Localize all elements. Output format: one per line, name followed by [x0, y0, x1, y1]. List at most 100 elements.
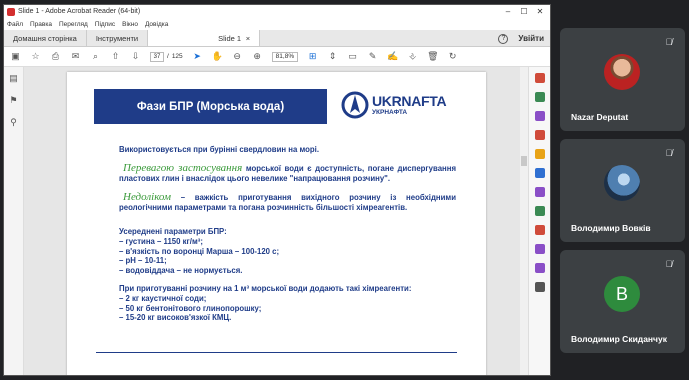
- scroll-mode-icon[interactable]: ⇕: [327, 51, 338, 62]
- page-down-icon[interactable]: ⇩: [130, 51, 141, 62]
- protect-icon[interactable]: [534, 225, 545, 235]
- menu-help[interactable]: Довідка: [145, 21, 168, 28]
- right-tools-rail: [528, 67, 550, 375]
- comment-icon[interactable]: ▭: [347, 51, 358, 62]
- mic-off-icon: 🎙̸: [665, 148, 673, 158]
- scan-ocr-icon[interactable]: [534, 206, 545, 216]
- comment-tool-icon[interactable]: [534, 149, 545, 159]
- param-item: – в'язкість по воронці Марша – 100-120 с…: [119, 246, 280, 256]
- param-item: – водовіддача – не нормується.: [119, 266, 243, 276]
- attachments-icon[interactable]: ⚲: [10, 117, 17, 128]
- participant-name: Nazar Deputat: [571, 112, 629, 122]
- tab-bar: Домашня сторінка Інструменти Slide 1 × ?…: [4, 30, 550, 47]
- advantage-paragraph: Перевагою застосування морської води є д…: [119, 163, 456, 184]
- print-icon[interactable]: ⎙: [50, 51, 61, 62]
- menu-sign[interactable]: Підпис: [95, 21, 115, 28]
- left-navigation-rail: ▤ ⚑ ⚲: [4, 67, 24, 375]
- tab-document-label: Slide 1: [218, 33, 242, 43]
- fill-sign-icon[interactable]: [534, 244, 545, 254]
- title-bar: Slide 1 - Adobe Acrobat Reader (64-bit) …: [4, 5, 550, 18]
- zoom-out-icon[interactable]: ⊖: [232, 51, 243, 62]
- mic-off-icon: 🎙̸: [665, 37, 673, 47]
- tab-home[interactable]: Домашня сторінка: [4, 30, 87, 46]
- ukrnafta-logo: UKRNAFTA УКРНАФТА: [341, 91, 447, 119]
- menu-file[interactable]: Файл: [7, 21, 23, 28]
- zoom-level[interactable]: 81,8%: [271, 51, 299, 62]
- participant-name: Володимир Вовків: [571, 223, 651, 233]
- scrollbar-thumb[interactable]: [521, 156, 527, 166]
- tab-document[interactable]: Slide 1 ×: [148, 30, 261, 46]
- help-icon[interactable]: ?: [498, 33, 509, 44]
- page-thumbnails-icon[interactable]: ▤: [9, 73, 18, 84]
- page-fit-icon[interactable]: ⊞: [307, 51, 318, 62]
- pdf-page: Фази БПР (Морська вода) UKRNAFTA УКРНАФТ…: [67, 72, 486, 375]
- delete-icon[interactable]: 🗑: [427, 51, 438, 62]
- edit-pdf-icon[interactable]: [534, 111, 545, 121]
- more-tools-icon[interactable]: [534, 282, 545, 292]
- maximize-icon[interactable]: ☐: [516, 5, 532, 18]
- vertical-scrollbar[interactable]: [520, 67, 528, 375]
- send-sign-icon[interactable]: [534, 263, 545, 273]
- create-pdf-icon[interactable]: [534, 92, 545, 102]
- tab-tools[interactable]: Інструменти: [87, 30, 149, 46]
- reagents-list: При приготуванні розчину на 1 м³ морсько…: [119, 284, 456, 323]
- export-pdf-icon[interactable]: [534, 73, 545, 83]
- menu-window[interactable]: Вікно: [122, 21, 138, 28]
- tab-close-icon[interactable]: ×: [246, 34, 250, 43]
- highlight-pen-icon[interactable]: ✎: [367, 51, 378, 62]
- organize-pages-icon[interactable]: [534, 187, 545, 197]
- search-icon[interactable]: ⌕: [90, 51, 101, 62]
- drawback-paragraph: Недоліком – важкість приготування вихідн…: [119, 192, 456, 213]
- slide-body: Використовується при бурінні свердловин …: [119, 145, 456, 323]
- page-separator: /: [167, 53, 169, 60]
- minimize-icon[interactable]: –: [500, 5, 516, 18]
- reagent-item: – 2 кг каустичної соди;: [119, 293, 207, 303]
- logo-subtitle: УКРНАФТА: [372, 108, 408, 116]
- reagent-item: – 50 кг бентонітового глинопорошку;: [119, 303, 262, 313]
- current-page-input[interactable]: 37: [150, 51, 164, 62]
- slide-title: Фази БПР (Морська вода): [94, 89, 327, 124]
- hand-tool-icon[interactable]: ✋: [212, 51, 223, 62]
- reagents-header: При приготуванні розчину на 1 м³ морсько…: [119, 283, 412, 293]
- select-cursor-icon[interactable]: ➤: [192, 51, 203, 62]
- bookmarks-icon[interactable]: ⚑: [9, 95, 17, 106]
- page-up-icon[interactable]: ⇧: [110, 51, 121, 62]
- menu-bar: Файл Правка Перегляд Підпис Вікно Довідк…: [4, 18, 550, 30]
- zoom-in-icon[interactable]: ⊕: [252, 51, 263, 62]
- params-list: Усереднені параметри БПР: – густина – 11…: [119, 227, 456, 276]
- total-pages: 125: [171, 53, 183, 60]
- advantage-lead: Перевагою застосування: [123, 162, 243, 174]
- sign-in-button[interactable]: Увійти: [518, 34, 544, 43]
- document-workspace: ▤ ⚑ ⚲ Фази БПР (Морська вода) UKRNAFTA У…: [4, 67, 550, 375]
- bookmark-star-icon[interactable]: ☆: [30, 51, 41, 62]
- ukrnafta-emblem-icon: [341, 91, 369, 119]
- param-item: – густина – 1150 кг/м³;: [119, 236, 203, 246]
- intro-text: Використовується при бурінні свердловин …: [119, 145, 320, 154]
- mic-off-icon: 🎙̸: [665, 259, 673, 269]
- logo-name: UKRNAFTA: [372, 92, 447, 109]
- draw-icon[interactable]: ✍: [387, 51, 398, 62]
- rotate-icon[interactable]: ↻: [447, 51, 458, 62]
- stamp-icon[interactable]: ⎀: [407, 51, 418, 62]
- participant-tile[interactable]: 🎙̸ B Володимир Скиданчук: [560, 250, 685, 353]
- menu-view[interactable]: Перегляд: [59, 21, 88, 28]
- window-title: Slide 1 - Adobe Acrobat Reader (64-bit): [18, 8, 141, 15]
- param-item: – рН – 10-11;: [119, 256, 167, 266]
- toolbar: ▣ ☆ ⎙ ✉ ⌕ ⇧ ⇩ 37 / 125 ➤ ✋ ⊖ ⊕ 81,8% ⊞ ⇕…: [4, 47, 550, 67]
- close-icon[interactable]: ✕: [532, 5, 548, 18]
- menu-edit[interactable]: Правка: [30, 21, 52, 28]
- avatar: [604, 165, 640, 201]
- page-divider: [96, 352, 457, 353]
- combine-files-icon[interactable]: [534, 168, 545, 178]
- drawback-lead: Недоліком: [123, 191, 172, 203]
- export-icon[interactable]: [534, 130, 545, 140]
- participant-tile[interactable]: 🎙̸ Nazar Deputat: [560, 28, 685, 131]
- avatar: [604, 54, 640, 90]
- save-icon[interactable]: ▣: [10, 51, 21, 62]
- avatar: B: [604, 276, 640, 312]
- participant-name: Володимир Скиданчук: [571, 334, 667, 344]
- params-header: Усереднені параметри БПР:: [119, 227, 227, 236]
- participant-tile[interactable]: 🎙̸ Володимир Вовків: [560, 139, 685, 242]
- email-icon[interactable]: ✉: [70, 51, 81, 62]
- reagent-item: – 15-20 кг високов'язкої КМЦ.: [119, 313, 232, 323]
